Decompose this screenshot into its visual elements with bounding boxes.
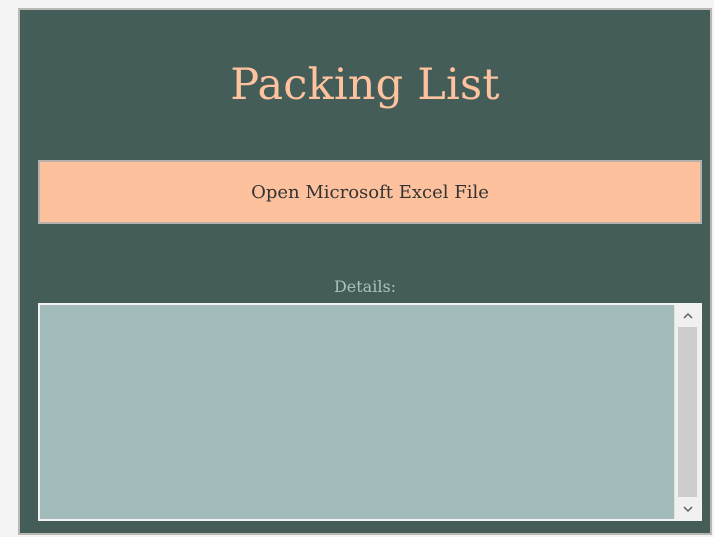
chevron-down-icon: [682, 505, 693, 512]
open-excel-file-button[interactable]: Open Microsoft Excel File: [38, 160, 702, 224]
scrollbar-thumb[interactable]: [678, 327, 697, 497]
page-title: Packing List: [230, 60, 500, 110]
vertical-scrollbar[interactable]: [674, 305, 700, 519]
packing-list-window: Packing List Open Microsoft Excel File D…: [18, 8, 712, 535]
scroll-down-button[interactable]: [675, 499, 700, 519]
chevron-up-icon: [682, 312, 693, 319]
scroll-up-button[interactable]: [675, 305, 700, 325]
details-textbox[interactable]: [38, 303, 702, 521]
details-label: Details:: [333, 277, 397, 296]
details-content: [46, 311, 666, 513]
